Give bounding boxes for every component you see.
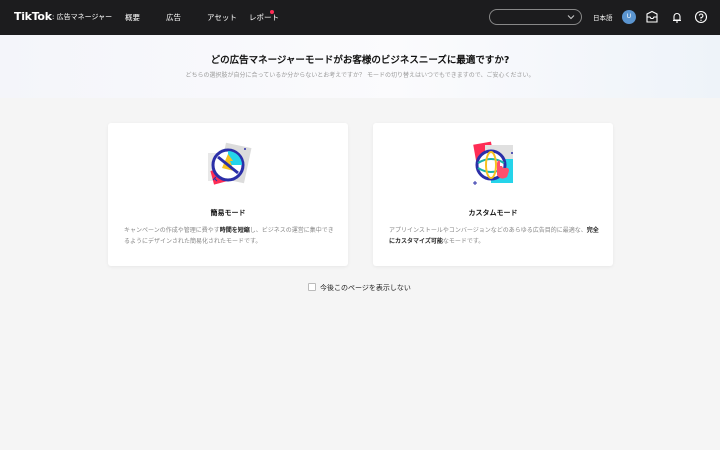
top-navigation-bar: TikTok : 広告マネージャー 概要 広告 アセット レポート 日本語 U: [0, 0, 720, 35]
help-icon[interactable]: [694, 10, 708, 24]
notification-dot: [270, 10, 274, 14]
page-title: どの広告マネージャーモードがお客様のビジネスニーズに最適ですか?: [210, 55, 510, 66]
simple-mode-description: キャンペーンの作成や管理に費やす時間を短縮し、ビジネスの運営に集中できるようにデ…: [124, 227, 334, 245]
nav-overview[interactable]: 概要: [125, 12, 140, 23]
chevron-down-icon: [567, 15, 575, 20]
custom-mode-card[interactable]: カスタムモード アプリインストールやコンバージョンなどのあらゆる広告目的に最適な…: [373, 123, 613, 266]
custom-mode-title: カスタムモード: [468, 209, 518, 217]
custom-mode-description: アプリインストールやコンバージョンなどのあらゆる広告目的に最適な、完全にカスタマ…: [389, 227, 599, 245]
simple-mode-illustration: [208, 142, 252, 185]
nav-reports[interactable]: レポート: [249, 12, 279, 23]
product-name: : 広告マネージャー: [52, 13, 113, 21]
nav-ads[interactable]: 広告: [166, 12, 181, 23]
dont-show-again-checkbox[interactable]: [308, 283, 316, 291]
custom-mode-illustration: [473, 141, 513, 185]
dont-show-again-label[interactable]: 今後このページを表示しない: [320, 283, 411, 293]
tiktok-logo[interactable]: TikTok: [14, 10, 52, 23]
bell-icon[interactable]: [670, 10, 684, 24]
avatar[interactable]: U: [622, 10, 636, 24]
simple-mode-title: 簡易モード: [210, 209, 246, 217]
simple-mode-card[interactable]: 簡易モード キャンペーンの作成や管理に費やす時間を短縮し、ビジネスの運営に集中で…: [108, 123, 348, 266]
page-subtitle: どちらの選択肢が自分に合っているか分からないとお考えですか？ モードの切り替えは…: [185, 72, 535, 79]
language-selector[interactable]: 日本語: [593, 12, 613, 22]
intro-banner: [0, 35, 720, 98]
inbox-icon[interactable]: [645, 10, 659, 24]
account-selector[interactable]: [489, 9, 582, 25]
nav-assets[interactable]: アセット: [207, 12, 237, 23]
